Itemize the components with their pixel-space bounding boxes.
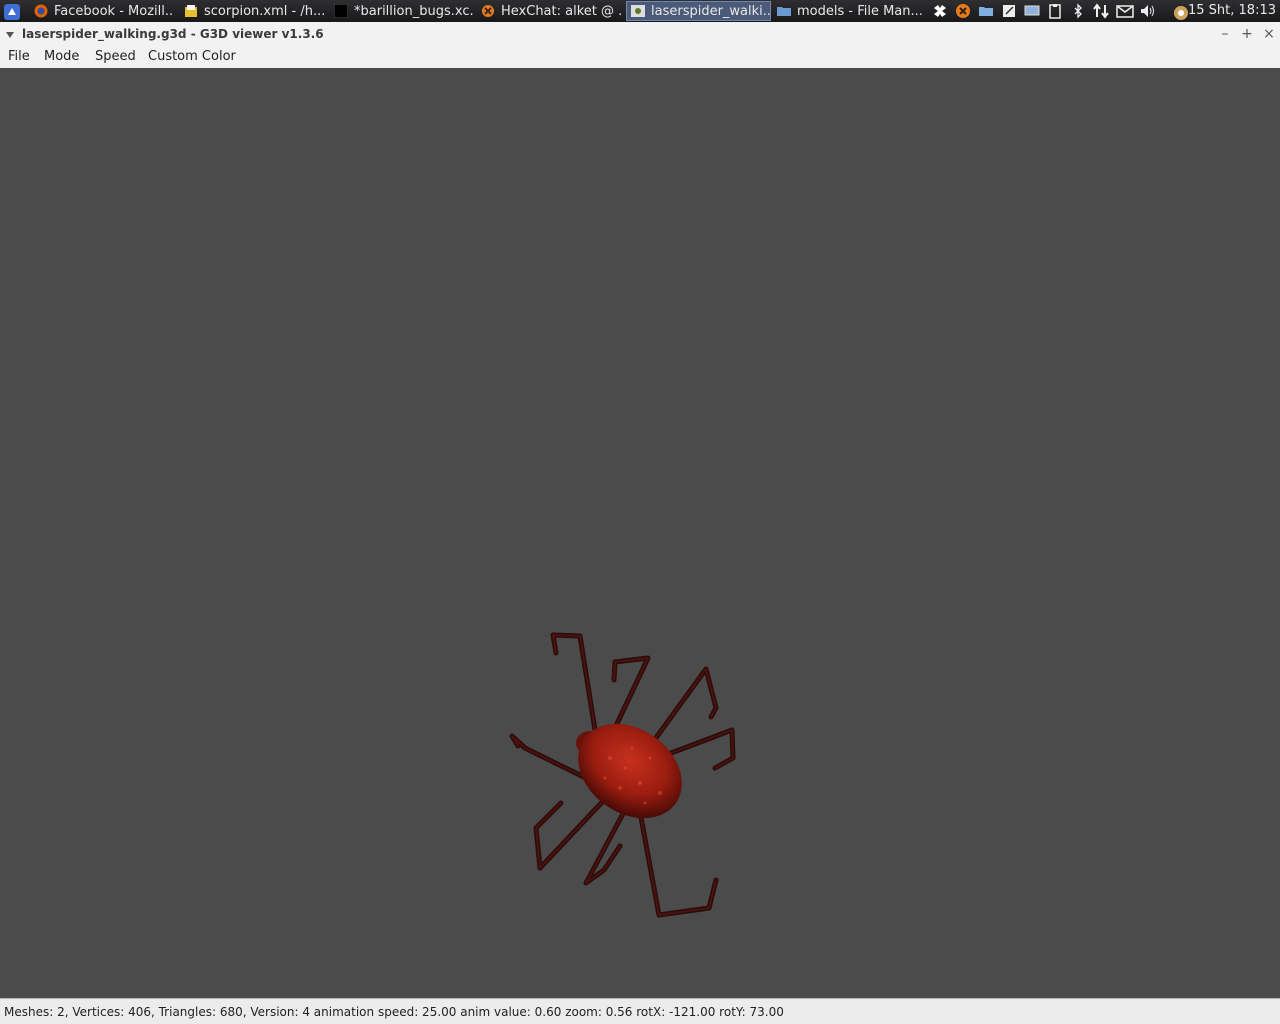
maximize-button[interactable]: + xyxy=(1240,26,1254,42)
taskbar-item-label: HexChat: alket @ ... xyxy=(501,3,621,19)
taskbar-item-text-editor[interactable]: scorpion.xml - /h... xyxy=(184,1,324,21)
text-editor-icon xyxy=(184,4,198,18)
clipboard-icon[interactable] xyxy=(1047,3,1063,19)
menubar: File Mode Speed Custom Color xyxy=(0,47,1280,69)
taskbar-item-firefox[interactable]: Facebook - Mozill... xyxy=(34,1,174,21)
window-menu-arrow-icon[interactable] xyxy=(6,32,14,38)
system-tray xyxy=(932,0,1195,22)
menu-speed[interactable]: Speed xyxy=(95,49,136,64)
taskbar-item-g3d-viewer[interactable]: laserspider_walki... xyxy=(626,1,771,21)
clock[interactable]: 15 Sht, 18:13 xyxy=(1188,3,1276,18)
folder-tray-icon[interactable] xyxy=(978,3,994,19)
close-button[interactable]: × xyxy=(1262,26,1276,42)
bluetooth-icon[interactable] xyxy=(1070,3,1086,19)
dropbox-icon[interactable] xyxy=(932,3,948,19)
taskbar-item-label: laserspider_walki... xyxy=(651,3,771,19)
status-bar: Meshes: 2, Vertices: 406, Triangles: 680… xyxy=(0,998,1280,1024)
menu-mode[interactable]: Mode xyxy=(44,49,79,64)
display-icon[interactable] xyxy=(1024,3,1040,19)
notes-icon[interactable] xyxy=(1001,3,1017,19)
spider-model xyxy=(509,632,736,918)
update-icon[interactable] xyxy=(1172,3,1188,20)
3d-viewport[interactable] xyxy=(0,68,1280,998)
taskbar-item-hexchat[interactable]: HexChat: alket @ ... xyxy=(481,1,621,21)
taskbar: Facebook - Mozill... scorpion.xml - /h..… xyxy=(0,0,1280,22)
window-title: laserspider_walking.g3d - G3D viewer v1.… xyxy=(22,27,324,41)
start-menu-icon xyxy=(4,4,20,20)
minimize-button[interactable]: – xyxy=(1218,26,1232,42)
taskbar-item-file-manager[interactable]: models - File Man... xyxy=(777,1,922,21)
terminal-icon xyxy=(334,3,349,19)
hexchat-icon xyxy=(481,4,495,18)
taskbar-item-label: scorpion.xml - /h... xyxy=(204,3,324,19)
network-icon[interactable] xyxy=(1093,3,1109,19)
menu-custom-color[interactable]: Custom Color xyxy=(148,49,236,64)
volume-icon[interactable] xyxy=(1139,3,1155,19)
taskbar-item-label: models - File Man... xyxy=(797,3,922,19)
taskbar-item-terminal[interactable]: *barillion_bugs.xc... xyxy=(334,1,474,21)
hexchat-tray-icon[interactable] xyxy=(955,3,971,19)
firefox-icon xyxy=(34,4,48,18)
status-text: Meshes: 2, Vertices: 406, Triangles: 680… xyxy=(4,1005,784,1019)
menu-file[interactable]: File xyxy=(8,49,30,64)
mail-icon[interactable] xyxy=(1116,3,1134,19)
g3d-viewer-icon xyxy=(631,4,645,18)
window-title-bar[interactable]: laserspider_walking.g3d - G3D viewer v1.… xyxy=(0,22,1280,48)
folder-icon xyxy=(777,4,791,18)
taskbar-item-label: Facebook - Mozill... xyxy=(54,3,174,19)
taskbar-item-label: *barillion_bugs.xc... xyxy=(354,3,474,19)
start-menu-button[interactable] xyxy=(4,1,22,21)
